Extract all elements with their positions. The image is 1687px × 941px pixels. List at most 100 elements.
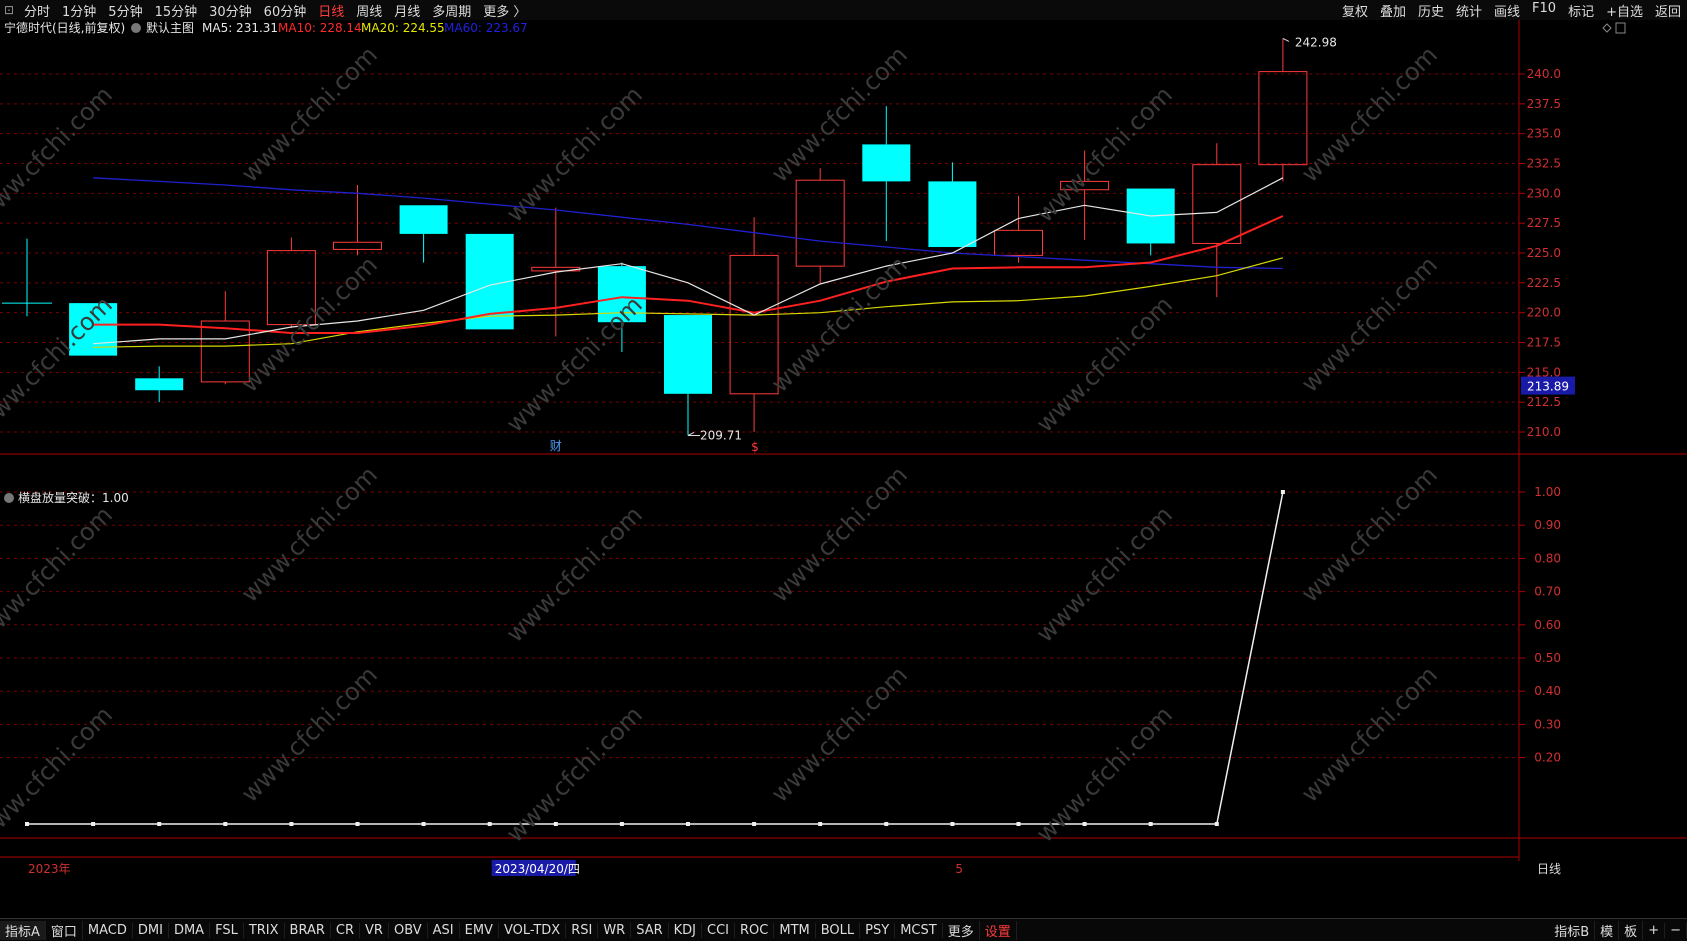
indicator-point: [355, 822, 360, 826]
toolbar-button[interactable]: 统计: [1450, 1, 1488, 20]
indicator-point: [289, 822, 294, 826]
indicator-tab[interactable]: OBV: [389, 922, 428, 938]
indicator-tab[interactable]: MCST: [895, 922, 943, 938]
indicator-tab[interactable]: 设置: [980, 920, 1017, 940]
indicator-point: [487, 822, 492, 826]
indicator-right-button[interactable]: 板: [1619, 920, 1644, 940]
indicator-tab[interactable]: KDJ: [669, 922, 703, 938]
period-tab[interactable]: 1分钟: [56, 1, 102, 20]
indicator-tick-label: 1.00: [1534, 485, 1561, 499]
toolbar-button[interactable]: 复权: [1336, 1, 1374, 20]
toolbar-button[interactable]: 标记: [1562, 1, 1600, 20]
indicator-point: [1148, 822, 1153, 826]
period-tab[interactable]: 30分钟: [203, 1, 258, 20]
indicator-point: [91, 822, 96, 826]
indicator-point: [686, 822, 690, 826]
period-tab[interactable]: 60分钟: [258, 1, 313, 20]
finance-marker[interactable]: 财: [550, 439, 562, 453]
period-tab[interactable]: 多周期: [426, 1, 477, 20]
indicator-right-button[interactable]: 模: [1595, 920, 1620, 940]
indicator-tab[interactable]: CR: [331, 922, 361, 938]
candle-body[interactable]: [928, 181, 977, 248]
stock-label: 宁德时代(日线,前复权): [4, 20, 125, 35]
indicator-tab[interactable]: 指标A: [0, 920, 46, 940]
candle-body[interactable]: [135, 378, 184, 391]
indicator-tab[interactable]: DMA: [169, 922, 211, 938]
low-label: 209.71: [700, 428, 742, 442]
period-tab[interactable]: 更多 〉: [477, 1, 532, 20]
indicator-tab[interactable]: TRIX: [244, 922, 285, 938]
indicator-tab[interactable]: ROC: [735, 922, 775, 938]
stock-chart[interactable]: 240.0 237.5 235.0 232.5 230.0 227.5 225.0 222.5…: [0, 20, 1687, 918]
indicator-point: [25, 822, 29, 826]
indicator-toggle-icon[interactable]: [4, 493, 14, 503]
indicator-tab[interactable]: MTM: [774, 922, 816, 938]
indicator-point: [1280, 490, 1285, 494]
price-tick-label: 217.5: [1527, 336, 1561, 350]
template-label[interactable]: 默认主图: [146, 20, 194, 35]
period-tab[interactable]: 分时: [18, 1, 56, 20]
indicator-tab[interactable]: 更多: [943, 920, 980, 940]
price-tick-label: 220.0: [1527, 306, 1561, 320]
toolbar-button[interactable]: F10: [1526, 1, 1562, 20]
ma-legend-item: MA20: 224.55: [361, 21, 445, 35]
indicator-tab[interactable]: 窗口: [46, 920, 83, 940]
toolbar-button[interactable]: 历史: [1412, 1, 1450, 20]
candle-body[interactable]: [399, 205, 448, 234]
indicator-right-button[interactable]: −: [1665, 922, 1687, 938]
indicator-tab[interactable]: CCI: [702, 922, 736, 938]
indicator-point: [884, 822, 889, 826]
dividend-marker[interactable]: $: [751, 440, 759, 454]
toolbar-right: 复权 叠加 历史 统计 画线 F10 标记 +自选 返回: [1336, 1, 1687, 20]
indicator-tab[interactable]: DMI: [133, 922, 169, 938]
price-tick-label: 237.5: [1527, 97, 1561, 111]
toolbar-button[interactable]: 画线: [1488, 1, 1526, 20]
indicator-tab[interactable]: PSY: [860, 922, 896, 938]
indicator-tabs: 指标A 窗口 MACD DMI DMA FSL TRIX BRAR CR VR OBV ASI EMV V…: [0, 919, 1017, 941]
period-tab[interactable]: 日线: [312, 1, 350, 20]
indicator-tick-label: 0.70: [1534, 585, 1561, 599]
indicator-tab[interactable]: BOLL: [816, 922, 861, 938]
indicator-tick-label: 0.90: [1534, 518, 1561, 532]
indicator-tab[interactable]: RSI: [566, 922, 599, 938]
candle-body[interactable]: [664, 315, 712, 394]
indicator-tab[interactable]: MACD: [83, 922, 133, 938]
indicator-tab[interactable]: WR: [598, 922, 632, 938]
indicator-right-button[interactable]: 指标B: [1549, 920, 1596, 940]
period-tab[interactable]: 周线: [350, 1, 388, 20]
template-toggle-icon[interactable]: [131, 23, 141, 33]
price-tick-label: 232.5: [1527, 157, 1561, 171]
window-icon[interactable]: ⊡: [0, 1, 18, 19]
indicator-tab[interactable]: SAR: [631, 922, 669, 938]
indicator-point: [223, 822, 228, 826]
indicator-tab[interactable]: ASI: [428, 922, 460, 938]
indicator-point: [1214, 822, 1219, 826]
indicator-tab[interactable]: FSL: [210, 922, 244, 938]
price-tick-label: 230.0: [1527, 186, 1561, 200]
indicator-tab[interactable]: VOL-TDX: [499, 922, 567, 938]
toolbar-button[interactable]: 叠加: [1374, 1, 1412, 20]
indicator-tick-label: 0.80: [1534, 551, 1561, 565]
indicator-tab[interactable]: EMV: [460, 922, 499, 938]
indicator-tab[interactable]: VR: [360, 922, 389, 938]
indicator-tab[interactable]: BRAR: [285, 922, 331, 938]
toolbar-button[interactable]: 返回: [1649, 1, 1687, 20]
indicator-point: [752, 822, 757, 826]
indicator-tab-bar: 指标A 窗口 MACD DMI DMA FSL TRIX BRAR CR VR OBV ASI EMV V…: [0, 918, 1687, 941]
period-tab[interactable]: 15分钟: [149, 1, 204, 20]
price-tick-label: 222.5: [1527, 276, 1561, 290]
indicator-point: [157, 822, 162, 826]
period-tab[interactable]: 5分钟: [102, 1, 148, 20]
price-tick-label: 225.0: [1527, 246, 1561, 260]
indicator-tick-label: 0.40: [1534, 684, 1561, 698]
price-tick-label: 212.5: [1527, 395, 1561, 409]
toolbar-button[interactable]: +自选: [1600, 1, 1649, 20]
indicator-point: [619, 822, 624, 826]
year-label: 2023年: [28, 862, 71, 876]
ma-legend-item: MA10: 228.14: [278, 21, 362, 35]
indicator-right-button[interactable]: +: [1643, 922, 1666, 938]
ma-legend-item: MA5: 231.31: [202, 21, 278, 35]
candle-body[interactable]: [862, 144, 911, 182]
period-tab[interactable]: 月线: [388, 1, 426, 20]
price-tag-label: 213.89: [1527, 380, 1569, 394]
